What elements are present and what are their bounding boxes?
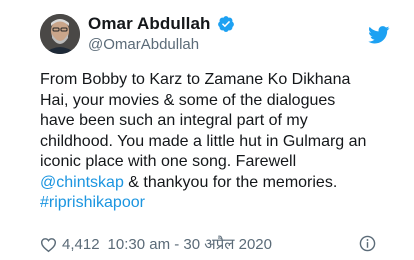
avatar[interactable] bbox=[40, 14, 80, 54]
tweet-footer: 4,412 10:30 am - 30 अप्रैल 2020 bbox=[40, 233, 414, 255]
tweet-text-segment: have been such an integral part of my bbox=[40, 112, 308, 129]
info-icon[interactable] bbox=[359, 235, 376, 252]
tweet-text-line: have been such an integral part of my bbox=[40, 111, 404, 132]
tweet-text-segment: childhood. You made a little hut in Gulm… bbox=[40, 132, 367, 150]
tweet-timestamp[interactable]: 10:30 am - 30 अप्रैल 2020 bbox=[108, 234, 272, 254]
tweet-text-line: #riprishikapoor bbox=[40, 193, 404, 214]
tweet-card: Omar Abdullah @OmarAbdullah From Bobby t… bbox=[0, 0, 414, 260]
tweet-text-line: iconic place with one song. Farewell bbox=[40, 152, 404, 173]
author-handle[interactable]: @OmarAbdullah bbox=[88, 36, 235, 53]
mention-link[interactable]: @chintskap bbox=[40, 174, 124, 191]
verified-badge-icon bbox=[217, 15, 235, 33]
hashtag-link[interactable]: #riprishikapoor bbox=[40, 194, 145, 211]
tweet-text-segment: Hai, your movies & some of the dialogues bbox=[40, 91, 336, 109]
heart-icon[interactable] bbox=[40, 236, 57, 253]
tweet-text-line: @chintskap & thankyou for the memories. bbox=[40, 173, 404, 194]
twitter-bird-icon[interactable] bbox=[368, 26, 390, 44]
like-count[interactable]: 4,412 bbox=[62, 236, 100, 253]
tweet-text-line: childhood. You made a little hut in Gulm… bbox=[40, 132, 404, 153]
tweet-text-segment: iconic place with one song. Farewell bbox=[40, 153, 297, 170]
tweet-text-line: From Bobby to Karz to Zamane Ko Dikhana bbox=[40, 70, 404, 91]
tweet-text-line: Hai, your movies & some of the dialogues bbox=[40, 91, 404, 112]
tweet-header: Omar Abdullah @OmarAbdullah bbox=[40, 12, 414, 60]
author-block: Omar Abdullah @OmarAbdullah bbox=[88, 12, 235, 53]
name-row: Omar Abdullah bbox=[88, 12, 235, 36]
tweet-text: From Bobby to Karz to Zamane Ko Dikhana H… bbox=[40, 70, 404, 214]
tweet-text-segment: & thankyou for the memories. bbox=[123, 173, 338, 191]
author-display-name[interactable]: Omar Abdullah bbox=[88, 14, 211, 34]
tweet-text-segment: From Bobby to Karz to Zamane Ko Dikhana bbox=[40, 71, 351, 88]
